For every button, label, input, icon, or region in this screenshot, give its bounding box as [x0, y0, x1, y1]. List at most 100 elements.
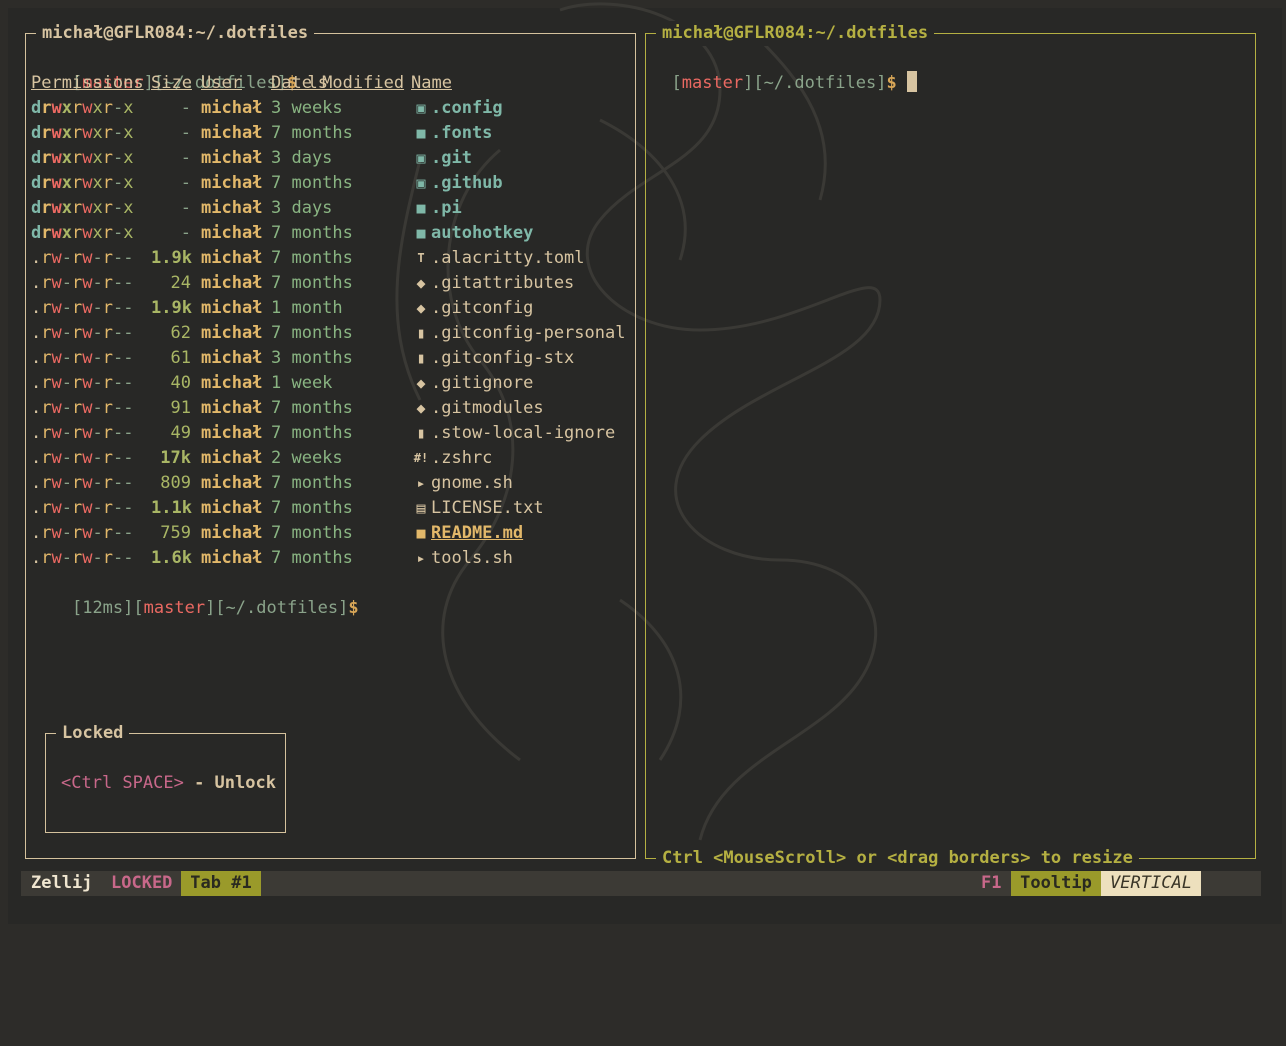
date-modified: 3 days — [271, 198, 333, 218]
folder-github-icon: ▣ — [416, 174, 426, 192]
date-modified: 7 months — [271, 398, 353, 418]
locked-popup: Locked <Ctrl SPACE> - Unlock — [45, 721, 286, 833]
file-name[interactable]: README.md — [431, 521, 523, 546]
unlock-separator: - — [183, 773, 215, 793]
git-icon: ◆ — [416, 374, 426, 392]
tab-1[interactable]: Tab #1 — [181, 871, 261, 896]
date-modified: 7 months — [271, 248, 353, 268]
permissions: drwxrwxr-x — [31, 148, 134, 168]
file-owner: michał — [201, 498, 263, 518]
folder-icon: ■ — [416, 199, 426, 217]
file-name[interactable]: .gitconfig-personal — [431, 321, 625, 346]
date-modified: 7 months — [271, 523, 353, 543]
file-owner: michał — [201, 523, 263, 543]
file-name[interactable]: .gitconfig-stx — [431, 346, 574, 371]
file-owner: michał — [201, 348, 263, 368]
prompt-symbol: $ — [348, 598, 359, 618]
file-owner: michał — [201, 373, 263, 393]
date-modified: 3 months — [271, 348, 353, 368]
file-name[interactable]: autohotkey — [431, 221, 533, 246]
file-name[interactable]: gnome.sh — [431, 471, 513, 496]
file-size: 1.9k — [151, 248, 192, 268]
header-date-modified: Date Modified — [271, 73, 405, 93]
date-modified: 1 month — [271, 298, 343, 318]
book-icon: ▤ — [416, 499, 426, 517]
file-owner: michał — [201, 123, 263, 143]
date-modified: 1 week — [271, 373, 333, 393]
file-size: 759 — [160, 523, 191, 543]
file-icon: ▮ — [416, 324, 426, 342]
permissions: .rw-rw-r-- — [31, 323, 134, 343]
file-name[interactable]: LICENSE.txt — [431, 496, 544, 521]
file-name[interactable]: .stow-local-ignore — [431, 421, 615, 446]
permissions: .rw-rw-r-- — [31, 498, 134, 518]
date-modified: 2 weeks — [271, 448, 343, 468]
date-modified: 7 months — [271, 273, 353, 293]
date-modified: 7 months — [271, 223, 353, 243]
file-name[interactable]: .alacritty.toml — [431, 246, 585, 271]
pane-title: michał@GFLR084:~/.dotfiles — [36, 21, 315, 46]
prompt-line[interactable]: [master][~/.dotfiles]$ — [651, 46, 917, 93]
tooltip-button[interactable]: Tooltip — [1011, 871, 1101, 896]
file-owner: michał — [201, 473, 263, 493]
header-size: Size — [151, 73, 192, 93]
pane-title: michał@GFLR084:~/.dotfiles — [656, 21, 935, 46]
date-modified: 7 months — [271, 423, 353, 443]
file-name[interactable]: .pi — [431, 196, 462, 221]
file-name[interactable]: .zshrc — [431, 446, 492, 471]
date-modified: 7 months — [271, 548, 353, 568]
locked-popup-title: Locked — [56, 721, 130, 746]
file-name[interactable]: .fonts — [431, 121, 492, 146]
layout-indicator[interactable]: VERTICAL — [1101, 871, 1201, 896]
file-size: 24 — [170, 273, 191, 293]
terminal-icon: ▸ — [416, 474, 426, 492]
file-name[interactable]: .gitattributes — [431, 271, 574, 296]
file-size: - — [180, 148, 191, 168]
date-modified: 3 weeks — [271, 98, 343, 118]
file-name[interactable]: .github — [431, 171, 503, 196]
date-modified: 7 months — [271, 498, 353, 518]
date-modified: 7 months — [271, 173, 353, 193]
prompt-line: [master][~/.dotfiles]$ ls — [71, 73, 328, 93]
date-modified: 3 days — [271, 148, 333, 168]
file-owner: michał — [201, 548, 263, 568]
permissions: .rw-rw-r-- — [31, 398, 134, 418]
permissions: .rw-rw-r-- — [31, 373, 134, 393]
file-name[interactable]: .gitignore — [431, 371, 533, 396]
file-name[interactable]: .gitmodules — [431, 396, 544, 421]
folder-gear-icon: ▣ — [416, 99, 426, 117]
file-size: 61 — [170, 348, 191, 368]
date-modified: 7 months — [271, 473, 353, 493]
permissions: .rw-rw-r-- — [31, 448, 134, 468]
file-size: 809 — [160, 473, 191, 493]
shebang-icon: #! — [413, 451, 429, 465]
right-terminal-pane[interactable]: michał@GFLR084:~/.dotfiles Ctrl <MouseSc… — [645, 21, 1256, 871]
file-owner: michał — [201, 198, 263, 218]
file-size: 91 — [170, 398, 191, 418]
file-icon: ▮ — [416, 424, 426, 442]
file-owner: michał — [201, 223, 263, 243]
header-user: User — [201, 73, 242, 93]
file-name[interactable]: .config — [431, 96, 503, 121]
file-owner: michał — [201, 298, 263, 318]
file-icon: ▮ — [416, 349, 426, 367]
file-name[interactable]: .git — [431, 146, 472, 171]
permissions: .rw-rw-r-- — [31, 473, 134, 493]
permissions: drwxrwxr-x — [31, 223, 134, 243]
permissions: .rw-rw-r-- — [31, 298, 134, 318]
prompt-path: ~/.dotfiles — [225, 598, 339, 618]
git-branch: master — [143, 598, 206, 618]
file-size: 1.1k — [151, 498, 192, 518]
file-size: 1.6k — [151, 548, 192, 568]
git-icon: ◆ — [416, 299, 426, 317]
git-icon: ◆ — [416, 274, 426, 292]
prompt-path: ~/.dotfiles — [763, 73, 877, 93]
permissions: .rw-rw-r-- — [31, 548, 134, 568]
file-name[interactable]: .gitconfig — [431, 296, 533, 321]
permissions: .rw-rw-r-- — [31, 523, 134, 543]
unlock-hint: <Ctrl SPACE> - Unlock — [61, 771, 276, 796]
prompt-symbol: $ — [886, 73, 897, 93]
date-modified: 7 months — [271, 323, 353, 343]
text-cursor[interactable] — [906, 71, 917, 92]
file-name[interactable]: tools.sh — [431, 546, 513, 571]
